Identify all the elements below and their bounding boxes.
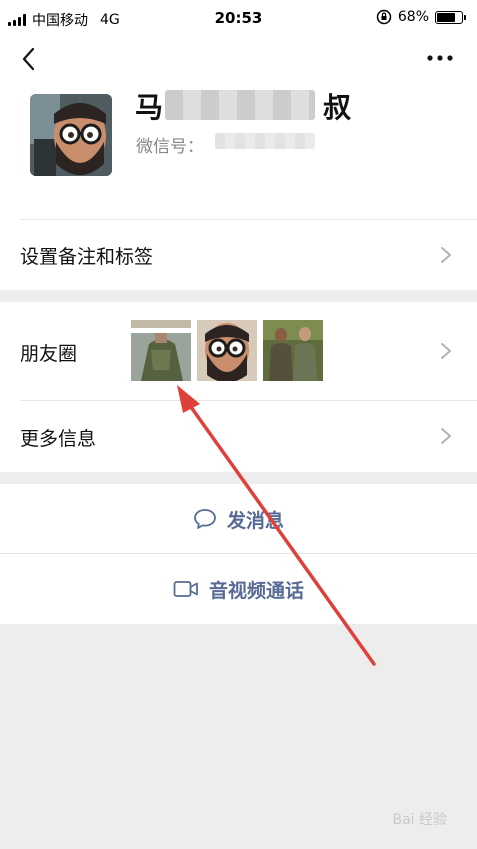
battery-icon	[435, 10, 466, 24]
row-more-info-label: 更多信息	[20, 428, 97, 450]
avatar[interactable]	[30, 94, 112, 176]
contact-name-end: 叔	[323, 91, 352, 124]
status-bar: 中国移动 4G 20:53 68%	[0, 0, 477, 36]
battery-percent: 68%	[397, 9, 429, 25]
back-icon[interactable]	[18, 46, 42, 72]
more-dots-icon[interactable]	[425, 48, 455, 68]
send-message-button[interactable]: 发消息	[0, 484, 477, 554]
wechat-id-label: 微信号：	[136, 137, 204, 157]
battery-fill	[437, 12, 455, 22]
contact-name-start: 马	[135, 91, 164, 124]
status-right: 68%	[376, 9, 466, 25]
wechat-id-redaction	[215, 133, 315, 149]
avatar-image	[30, 94, 112, 176]
name-redaction	[165, 90, 315, 120]
orientation-lock-icon	[376, 9, 392, 25]
row-remark-tags[interactable]: 设置备注和标签	[0, 220, 477, 290]
row-moments-label: 朋友圈	[20, 343, 78, 365]
row-remark-label: 设置备注和标签	[20, 246, 154, 268]
chevron-right-icon	[441, 428, 451, 444]
moments-thumb-1	[131, 320, 191, 381]
video-call-button[interactable]: 音视频通话	[0, 554, 477, 624]
moments-thumb-2	[197, 320, 257, 381]
chevron-right-icon	[441, 247, 451, 263]
moments-thumb-3	[263, 320, 323, 381]
video-camera-icon	[173, 581, 198, 597]
row-more-info[interactable]: 更多信息	[0, 401, 477, 472]
watermark-logo: Bai 经验	[392, 812, 447, 828]
profile-header: 马 叔 微信号： 设置备注和标签	[0, 36, 477, 290]
info-section: 朋友圈 更多信息	[0, 302, 477, 472]
send-message-label: 发消息	[226, 509, 284, 532]
row-moments[interactable]: 朋友圈	[0, 302, 477, 400]
chat-bubble-icon	[194, 509, 216, 529]
video-call-label: 音视频通话	[208, 579, 304, 602]
chevron-right-icon	[441, 343, 451, 359]
actions-section: 发消息 音视频通话	[0, 484, 477, 624]
